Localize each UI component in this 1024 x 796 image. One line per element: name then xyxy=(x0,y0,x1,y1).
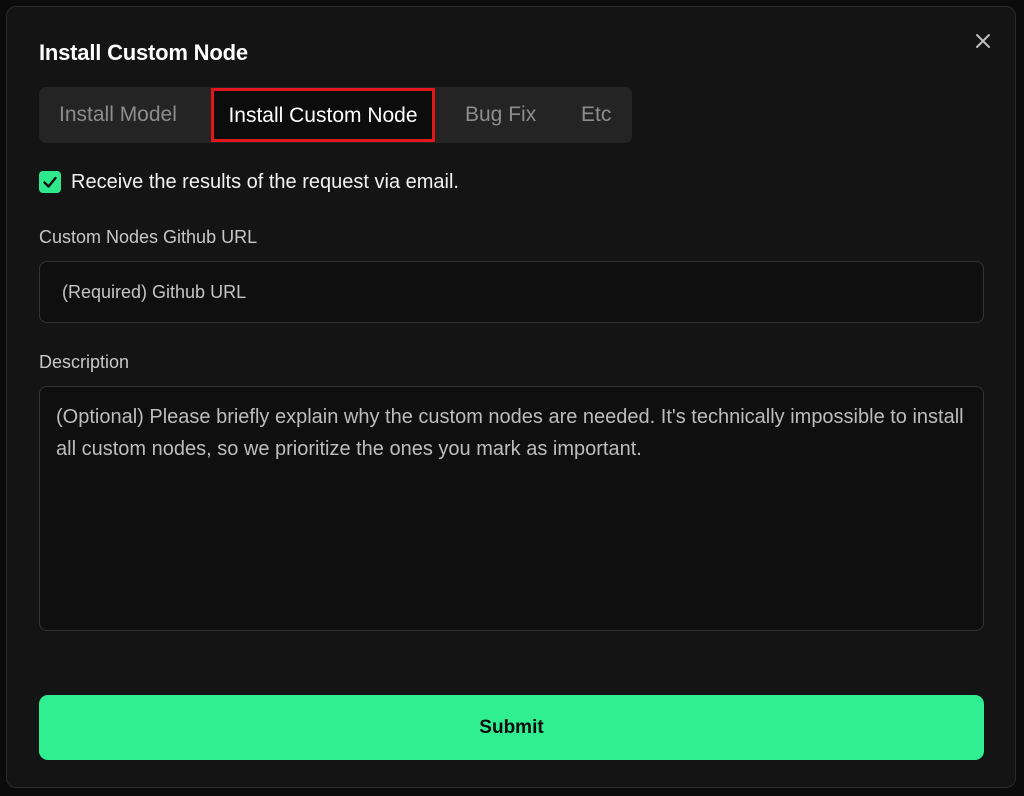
request-type-tabs: Install Model Install Custom Node Bug Fi… xyxy=(39,87,632,143)
tab-etc[interactable]: Etc xyxy=(581,87,611,143)
checkmark-icon xyxy=(43,176,57,188)
description-textarea[interactable] xyxy=(39,386,984,631)
github-url-input[interactable] xyxy=(39,261,984,323)
description-label: Description xyxy=(39,352,130,372)
close-icon xyxy=(976,34,990,48)
email-results-label[interactable]: Receive the results of the request via e… xyxy=(71,169,459,195)
tab-install-custom-node[interactable]: Install Custom Node xyxy=(211,88,435,142)
modal-title: Install Custom Node xyxy=(39,40,248,65)
tab-bug-fix[interactable]: Bug Fix xyxy=(465,87,536,143)
email-results-option: Receive the results of the request via e… xyxy=(39,169,639,195)
close-button[interactable] xyxy=(969,27,997,55)
tab-install-model[interactable]: Install Model xyxy=(59,87,177,143)
github-url-label: Custom Nodes Github URL xyxy=(39,227,258,247)
email-results-checkbox[interactable] xyxy=(39,171,61,193)
submit-button[interactable]: Submit xyxy=(39,695,984,760)
install-request-modal: Install Custom Node Install Model Instal… xyxy=(6,6,1016,788)
